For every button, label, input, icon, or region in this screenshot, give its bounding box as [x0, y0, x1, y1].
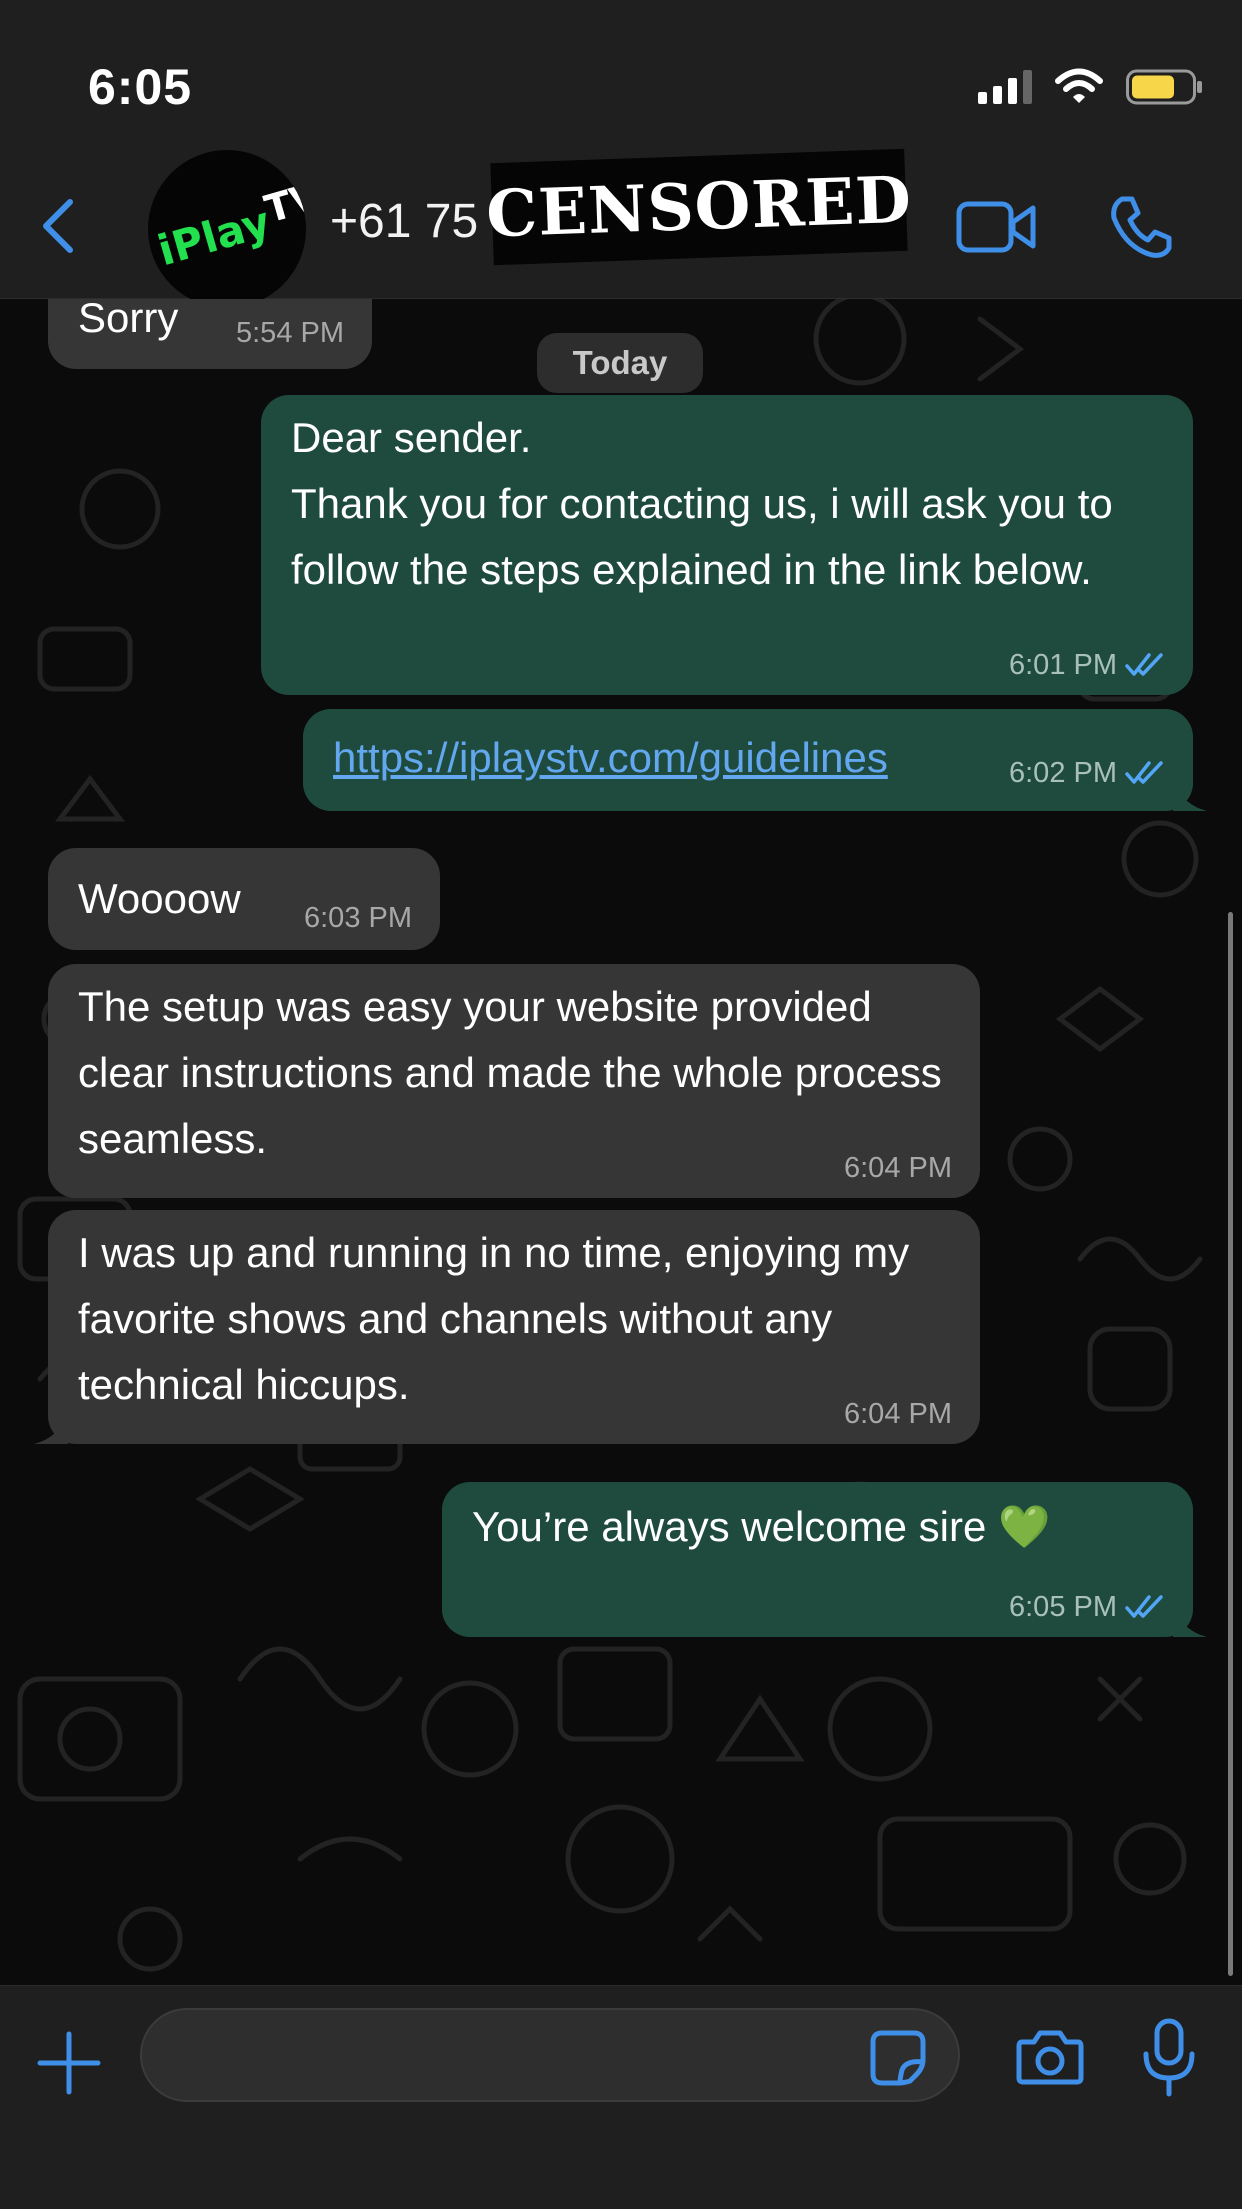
message-time: 6:03 PM — [304, 902, 412, 934]
message-bubble-incoming[interactable]: Sorry 5:54 PM — [48, 299, 372, 369]
message-meta: 6:05 PM — [1009, 1589, 1165, 1625]
microphone-icon[interactable] — [1142, 2018, 1196, 2098]
message-time: 5:54 PM — [236, 317, 344, 349]
message-time: 6:04 PM — [844, 1398, 952, 1430]
message-bubble-outgoing[interactable]: Dear sender. Thank you for contacting us… — [261, 395, 1193, 695]
status-bar: 6:05 — [0, 0, 1242, 150]
message-meta: 6:02 PM — [1009, 755, 1165, 791]
wifi-icon — [1055, 68, 1103, 103]
message-text: You’re always welcome sire 💚 — [472, 1503, 1051, 1550]
message-input[interactable] — [140, 2008, 960, 2102]
censored-stamp: CENSORED — [485, 148, 913, 266]
date-separator: Today — [537, 333, 703, 393]
bubble-tail — [1173, 1607, 1207, 1637]
message-bubble-incoming[interactable]: Woooow 6:03 PM — [48, 848, 440, 950]
message-time: 6:01 PM — [1009, 649, 1117, 681]
double-check-icon — [1125, 761, 1163, 784]
bubble-tail — [1173, 781, 1207, 811]
status-time: 6:05 — [88, 59, 193, 115]
bubble-tail — [34, 1414, 68, 1444]
message-text: Dear sender. Thank you for contacting us… — [291, 414, 1113, 593]
contact-name[interactable]: +61 75 — [330, 194, 478, 249]
message-link[interactable]: https://iplaystv.com/guidelines — [333, 725, 888, 791]
message-bubble-incoming[interactable]: The setup was easy your website provided… — [48, 964, 980, 1198]
back-chevron-icon[interactable] — [34, 196, 84, 256]
phone-icon[interactable] — [1108, 194, 1172, 260]
message-input-bar — [0, 1985, 1242, 2209]
message-bubble-incoming[interactable]: I was up and running in no time, enjoyin… — [34, 1210, 980, 1444]
message-meta: 6:04 PM — [844, 1396, 952, 1432]
censored-label: CENSORED — [484, 162, 914, 252]
avatar-logo: iPlayTV — [152, 174, 306, 276]
plus-icon[interactable] — [36, 2030, 102, 2096]
message-text: The setup was easy your website provided… — [78, 983, 942, 1162]
message-meta: 6:03 PM — [304, 900, 412, 936]
chat-area[interactable]: Today Sorry 5:54 PM Dear sender. Thank y… — [0, 299, 1242, 1985]
sticker-icon[interactable] — [870, 2030, 926, 2086]
message-text: Woooow — [78, 875, 241, 922]
message-meta: 5:54 PM — [236, 315, 344, 351]
contact-avatar[interactable]: iPlayTV — [148, 150, 306, 308]
double-check-icon — [1125, 653, 1163, 676]
message-bubble-outgoing[interactable]: https://iplaystv.com/guidelines 6:02 PM — [303, 709, 1207, 811]
message-bubble-outgoing[interactable]: You’re always welcome sire 💚 6:05 PM — [442, 1482, 1207, 1637]
message-text: Sorry — [78, 299, 179, 341]
avatar-logo-main: iPlay — [152, 196, 276, 276]
message-time: 6:05 PM — [1009, 1591, 1117, 1623]
message-meta: 6:01 PM — [1009, 647, 1165, 683]
message-time: 6:04 PM — [844, 1152, 952, 1184]
video-camera-icon[interactable] — [956, 198, 1036, 256]
chat-scrollbar[interactable] — [1228, 912, 1233, 1976]
cellular-signal-icon — [978, 70, 1032, 104]
chat-header: iPlayTV +61 75 CENSORED — [0, 148, 1242, 308]
battery-icon — [1126, 69, 1202, 105]
double-check-icon — [1125, 1595, 1163, 1618]
message-text: I was up and running in no time, enjoyin… — [78, 1229, 910, 1408]
message-time: 6:02 PM — [1009, 757, 1117, 789]
camera-icon[interactable] — [1016, 2028, 1084, 2086]
status-icons — [978, 68, 1204, 106]
message-meta: 6:04 PM — [844, 1150, 952, 1186]
